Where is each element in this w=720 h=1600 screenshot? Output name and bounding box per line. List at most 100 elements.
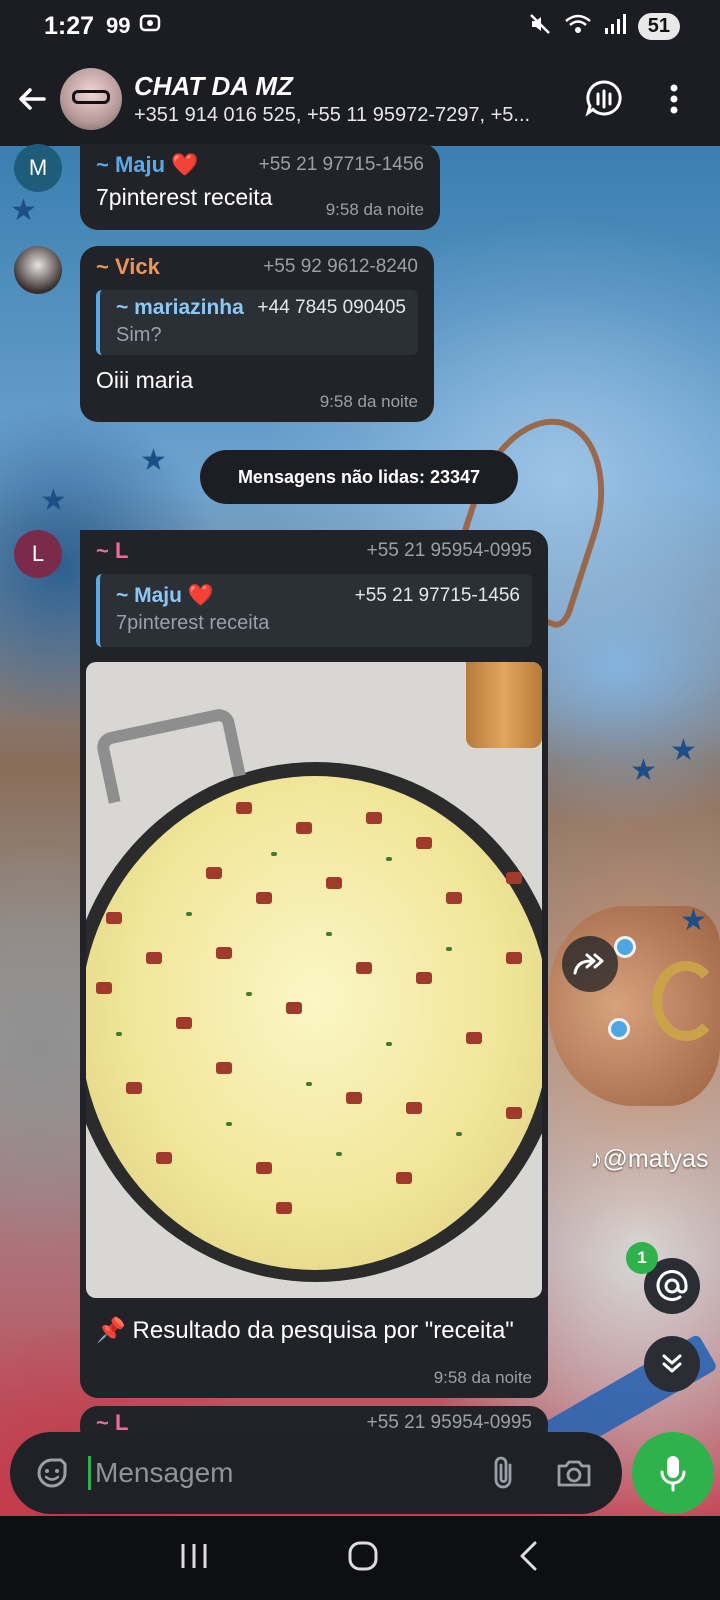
wallpaper-star: ★ [40,484,67,517]
home-button[interactable] [347,1540,379,1577]
mute-icon [528,12,552,41]
photo-bacon [506,1107,522,1119]
wallpaper-star: ★ [10,194,37,227]
status-bar: 1:27 99 51 [0,0,720,52]
avatar[interactable]: M [14,144,62,192]
watermark-text: @matyas [602,1145,709,1173]
photo-herb [336,1152,342,1156]
avatar[interactable]: L [14,530,62,578]
message-header: ~ L +55 21 95954-0995 [96,538,532,564]
photo-bacon [126,1082,142,1094]
double-chevron-down-icon [662,1354,682,1373]
photo-bacon [506,872,522,884]
photo-bacon [296,822,312,834]
chevron-left-icon [520,1541,537,1570]
reply-text: 7pinterest receita [116,612,270,634]
photo-bacon [416,837,432,849]
message-header: ~ Maju ❤️ +55 21 97715-1456 [96,152,424,178]
avatar[interactable] [14,246,62,294]
mentions-badge: 1 [626,1242,658,1274]
back-button[interactable] [4,71,60,127]
microphone-icon [660,1456,686,1492]
tiktok-icon: ♪ [590,1145,603,1173]
message-sender[interactable]: ~ L [96,538,128,564]
status-time: 1:27 [44,11,95,40]
photo-bacon [146,952,162,964]
camera-button[interactable] [546,1448,602,1498]
photo-bacon [216,1062,232,1074]
attach-button[interactable] [478,1448,528,1498]
message-time: 9:58 da noite [433,1368,532,1387]
voice-chat-button[interactable] [576,71,632,127]
signal-icon [604,13,626,40]
chat-header: CHAT DA MZ +351 914 016 525, +55 11 9597… [0,52,720,146]
arrow-left-icon [19,88,46,110]
photo-puree [86,776,542,1270]
photo-herb [246,992,252,996]
reply-sender: ~ mariazinha [116,296,244,319]
photo-bacon [256,892,272,904]
forward-icon [573,953,604,975]
emoji-button[interactable] [30,1451,74,1495]
wallpaper-star: ★ [630,754,657,787]
scroll-down-button[interactable] [644,1336,700,1392]
photo-bacon [216,947,232,959]
photo-herb [446,947,452,951]
wifi-icon [564,12,592,41]
photo-herb [186,912,192,916]
forward-button[interactable] [562,936,618,992]
reply-preview[interactable]: ~ Maju ❤️ +55 21 97715-1456 7pinterest r… [96,574,532,647]
photo-bacon [256,1162,272,1174]
photo-bacon [326,877,342,889]
photo-bacon [236,802,252,814]
photo-bacon [176,1017,192,1029]
message-bubble[interactable]: ~ Maju ❤️ +55 21 97715-1456 7pinterest r… [80,144,440,230]
message-sender[interactable]: ~ Vick [96,254,160,280]
photo-bacon [156,1152,172,1164]
wallpaper-horseshoe [652,961,720,1041]
message-composer: Mensagem [10,1432,622,1514]
at-sign-icon [656,1270,688,1301]
paperclip-icon [494,1456,512,1489]
kebab-menu-icon [670,84,678,114]
avatar-glasses [72,90,110,104]
group-avatar[interactable] [60,68,122,130]
message-phone: +55 21 95954-0995 [366,540,532,561]
recent-apps-icon [181,1543,207,1568]
message-sender[interactable]: ~ Maju ❤️ [96,152,199,178]
reply-sender: ~ Maju ❤️ [116,584,214,607]
more-options-button[interactable] [646,71,702,127]
photo-bacon [406,1102,422,1114]
photo-pepper-mill [466,662,542,748]
photo-bacon [346,1092,362,1104]
home-icon [348,1541,378,1570]
photo-herb [271,852,277,856]
unread-messages-divider: Mensagens não lidas: 23347 [200,450,518,504]
reply-preview[interactable]: ~ mariazinha +44 7845 090405 Sim? [96,290,418,355]
chat-participants: +351 914 016 525, +55 11 95972-7297, +5.… [134,104,531,126]
message-header: ~ Vick +55 92 9612-8240 [96,254,418,280]
quote-notification-icon: 99 [106,13,131,38]
recent-apps-button[interactable] [179,1542,209,1575]
voice-record-button[interactable] [632,1432,714,1514]
system-navigation-bar [0,1516,720,1600]
message-text: Oiii maria [96,367,194,393]
message-photo[interactable] [86,662,542,1298]
sticker-emoji-icon [37,1458,67,1488]
reply-header: ~ Maju ❤️ +55 21 97715-1456 [116,584,520,608]
photo-herb [326,932,332,936]
screen-icon [139,12,161,40]
photo-bacon [466,1032,482,1044]
message-input[interactable]: Mensagem [88,1456,478,1490]
message-bubble[interactable]: ~ Vick +55 92 9612-8240 ~ mariazinha +44… [80,246,434,422]
wallpaper-star: ★ [140,444,167,477]
wallpaper-eye [608,1018,630,1040]
reply-header: ~ mariazinha +44 7845 090405 [116,296,406,320]
back-nav-button[interactable] [517,1540,541,1577]
photo-bacon [106,912,122,924]
message-caption: 📌 Resultado da pesquisa por "receita" [96,1317,514,1344]
photo-bacon [96,982,112,994]
voice-chat-icon [585,80,622,117]
photo-herb [116,1032,122,1036]
header-info[interactable]: CHAT DA MZ +351 914 016 525, +55 11 9597… [134,71,576,127]
